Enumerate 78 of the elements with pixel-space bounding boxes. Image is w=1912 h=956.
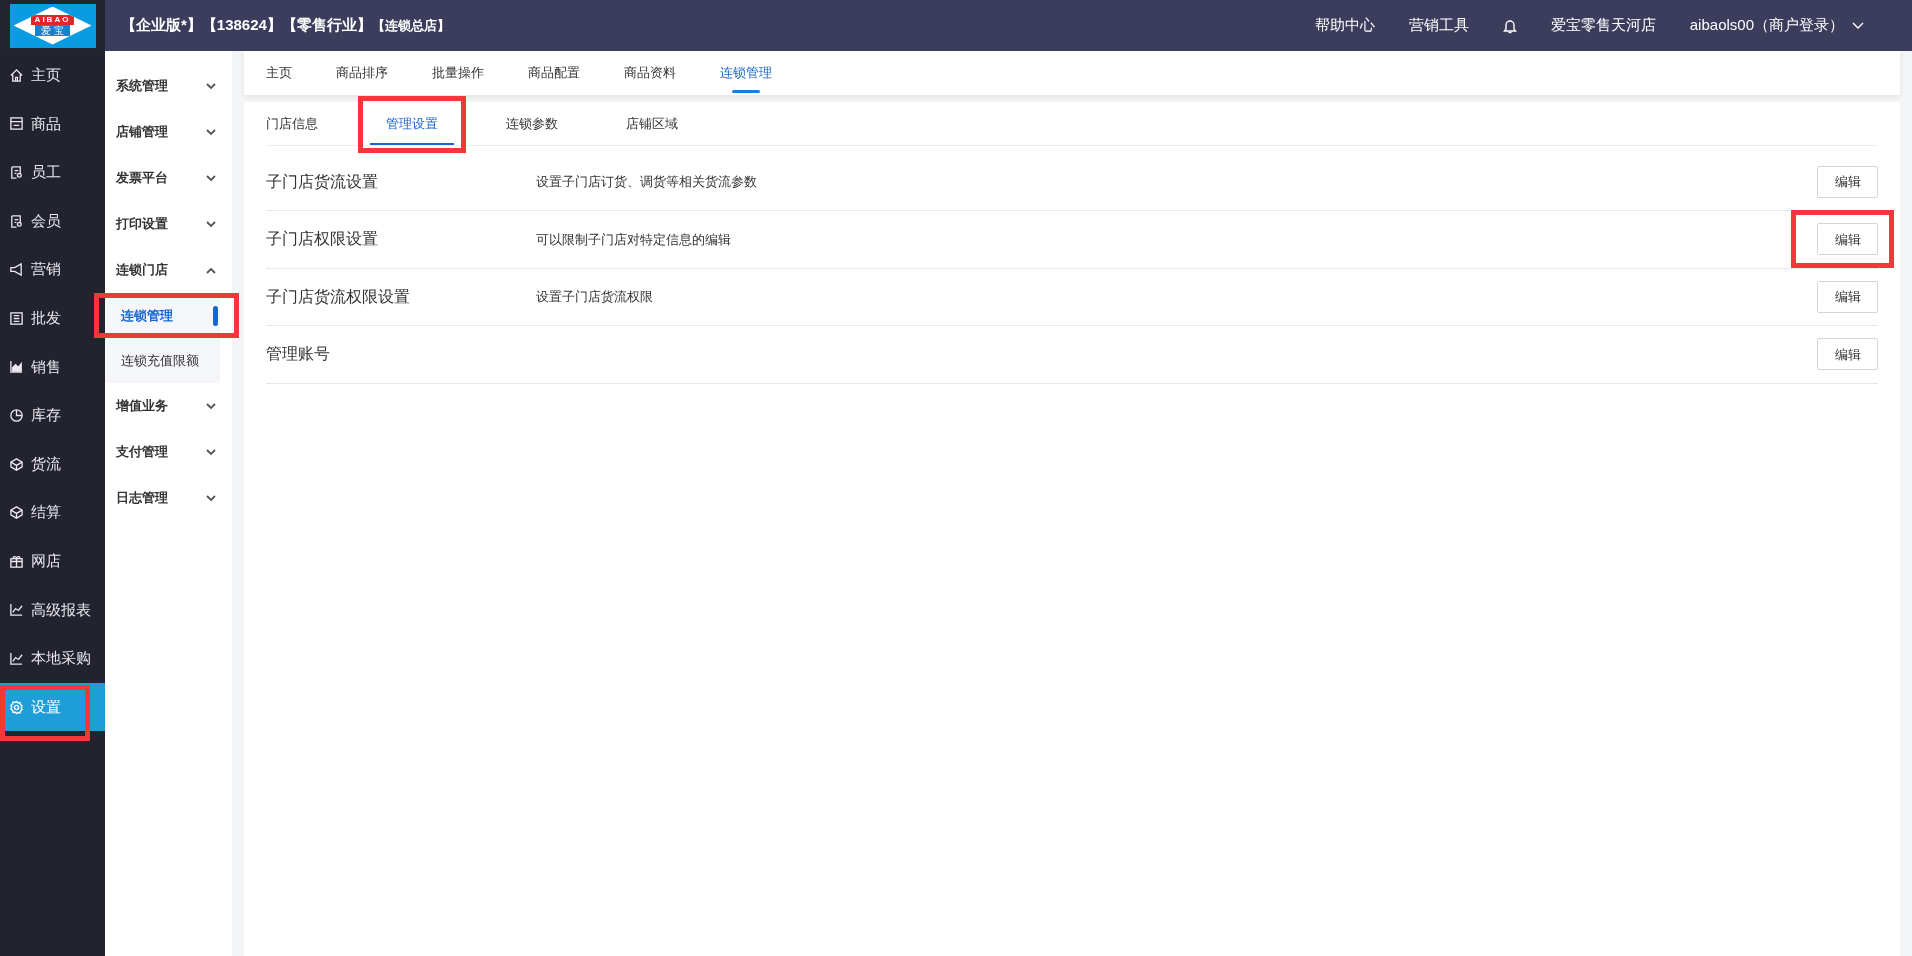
- edit-button[interactable]: 编辑: [1817, 166, 1878, 198]
- chevron-down-icon: [206, 448, 216, 456]
- document-person-icon: [9, 213, 24, 229]
- chevron-up-icon: [206, 266, 216, 274]
- line-chart-icon: [9, 602, 24, 618]
- line-chart-icon: [9, 650, 24, 666]
- sub-nav-item[interactable]: 连锁管理: [105, 298, 220, 333]
- edit-button[interactable]: 编辑: [1817, 223, 1878, 256]
- main-nav-item[interactable]: 商品: [0, 99, 105, 149]
- storefront-icon: [9, 116, 24, 132]
- sub-nav-group[interactable]: 连锁门店: [105, 247, 232, 293]
- edition-tag: 【零售行业】: [281, 14, 372, 37]
- edit-button[interactable]: 编辑: [1817, 280, 1878, 313]
- sub-nav-group[interactable]: 店铺管理: [105, 109, 232, 155]
- sub-nav-group[interactable]: 发票平台: [105, 155, 232, 201]
- chevron-down-icon: [206, 128, 216, 136]
- setting-description: 设置子门店货流权限: [536, 288, 654, 306]
- setting-title: 子门店货流权限设置: [266, 286, 411, 307]
- main-nav-item[interactable]: 结算: [0, 488, 105, 537]
- store-name: 爱宝零售天河店: [1550, 15, 1656, 36]
- sub-nav-group[interactable]: 增值业务: [105, 383, 232, 429]
- top-tab[interactable]: 主页: [266, 51, 292, 95]
- main-nav-item[interactable]: 本地采购: [0, 634, 105, 683]
- chevron-down-icon: [206, 82, 216, 90]
- area-chart-icon: [9, 359, 24, 375]
- document-person-icon: [9, 165, 24, 180]
- edit-button[interactable]: 编辑: [1817, 338, 1878, 371]
- edition-tag: 【138624】: [201, 14, 282, 37]
- chevron-down-icon: [206, 402, 216, 410]
- chevron-down-icon: [206, 174, 216, 182]
- megaphone-icon: [9, 262, 24, 278]
- logo-subtitle-text: 爱 宝: [35, 25, 70, 36]
- edition-tag: 【连锁总店】: [371, 15, 450, 36]
- sub-nav-group[interactable]: 支付管理: [105, 429, 232, 475]
- setting-description: 设置子门店订货、调货等相关货流参数: [536, 173, 758, 192]
- header-link[interactable]: 营销工具: [1408, 14, 1469, 37]
- top-tab[interactable]: 商品排序: [336, 51, 388, 95]
- home-icon: [9, 67, 24, 83]
- edition-tag: 【企业版*】: [121, 14, 202, 37]
- chevron-down-icon: [206, 494, 216, 502]
- setting-title: 子门店货流设置: [266, 172, 379, 192]
- sub-tab[interactable]: 店铺区域: [610, 102, 694, 146]
- main-nav-item[interactable]: 货流: [0, 439, 105, 489]
- setting-title: 子门店权限设置: [266, 229, 379, 250]
- header-link[interactable]: 帮助中心: [1314, 14, 1375, 37]
- bell-icon[interactable]: [1502, 17, 1517, 34]
- logo-brand-text: AIBAO: [30, 15, 75, 25]
- top-tab[interactable]: 商品资料: [624, 51, 676, 95]
- caret-icon: [1852, 21, 1864, 30]
- main-nav-item[interactable]: 库存: [0, 391, 105, 440]
- sub-nav-group[interactable]: 系统管理: [105, 63, 232, 109]
- main-nav-item[interactable]: 销售: [0, 342, 105, 392]
- chevron-down-icon: [206, 220, 216, 228]
- sub-tab[interactable]: 连锁参数: [490, 102, 574, 146]
- main-nav-item[interactable]: 营销: [0, 245, 105, 294]
- pie-chart-icon: [9, 407, 24, 423]
- top-tab[interactable]: 批量操作: [432, 51, 484, 95]
- settings-icon: [9, 699, 24, 715]
- main-nav-item[interactable]: 主页: [0, 51, 105, 100]
- sub-tab[interactable]: 管理设置: [370, 102, 454, 146]
- sub-tab[interactable]: 门店信息: [266, 102, 334, 146]
- top-tab[interactable]: 商品配置: [528, 51, 580, 95]
- sub-nav-group[interactable]: 打印设置: [105, 201, 232, 247]
- main-nav-item[interactable]: 会员: [0, 196, 105, 246]
- sub-nav-group[interactable]: 日志管理: [105, 475, 232, 521]
- user-menu[interactable]: aibaols00（商户登录）: [1689, 14, 1864, 37]
- cube-icon: [9, 505, 24, 521]
- list-icon: [9, 310, 24, 326]
- cube-icon: [9, 456, 24, 472]
- gift-icon: [9, 553, 24, 569]
- main-nav-item[interactable]: 员工: [0, 148, 105, 197]
- setting-description: 可以限制子门店对特定信息的编辑: [536, 230, 732, 249]
- main-nav-item[interactable]: 高级报表: [0, 585, 105, 635]
- main-nav-item[interactable]: 网店: [0, 536, 105, 586]
- setting-title: 管理账号: [266, 344, 331, 365]
- sub-nav-item[interactable]: 连锁充值限额: [105, 343, 220, 378]
- top-tab[interactable]: 连锁管理: [720, 51, 772, 95]
- main-nav-item[interactable]: 批发: [0, 293, 105, 343]
